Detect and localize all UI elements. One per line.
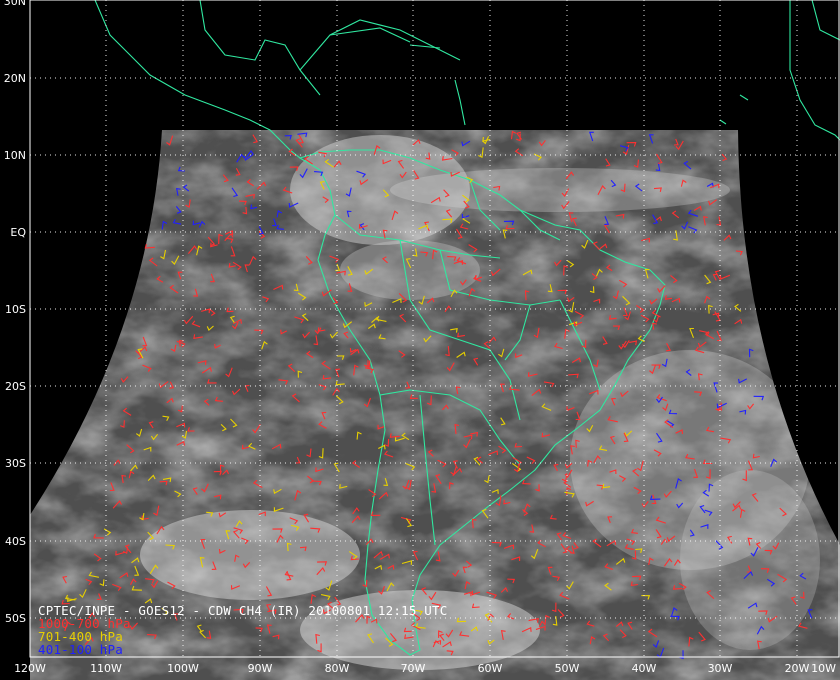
cloud-amazon bbox=[340, 240, 480, 300]
coast-islands bbox=[719, 94, 749, 125]
cloud-colombia bbox=[290, 135, 470, 245]
lon-label: 60W bbox=[478, 662, 503, 675]
coast-antilles bbox=[409, 44, 466, 126]
lat-label: 20N bbox=[4, 72, 26, 85]
cloud-pacific-swirl bbox=[140, 510, 360, 600]
latitude-labels: 30N 20N 10N EQ 10S 20S 30S 40S 50S bbox=[4, 0, 27, 625]
lat-label: 30S bbox=[5, 457, 26, 470]
legend-high-level: 401-100 hPa bbox=[38, 642, 123, 657]
lon-label: 100W bbox=[167, 662, 199, 675]
ir-imagery-swath bbox=[30, 130, 840, 680]
lon-label: 110W bbox=[90, 662, 122, 675]
lon-label: 50W bbox=[555, 662, 580, 675]
satellite-map: 30N 20N 10N EQ 10S 20S 30S 40S 50S 120W … bbox=[4, 0, 840, 680]
lat-label: 10S bbox=[5, 303, 26, 316]
lon-label: 120W bbox=[14, 662, 46, 675]
lat-label: 50S bbox=[5, 612, 26, 625]
lon-label: 80W bbox=[325, 662, 350, 675]
lat-label: 40S bbox=[5, 535, 26, 548]
lon-label: 40W bbox=[632, 662, 657, 675]
lon-label: 70W bbox=[401, 662, 426, 675]
cloud-east-atlantic bbox=[680, 470, 820, 650]
lat-label: 30N bbox=[4, 0, 26, 8]
lon-label: 20W bbox=[785, 662, 810, 675]
lat-label: EQ bbox=[10, 226, 26, 239]
lon-label: 30W bbox=[708, 662, 733, 675]
lon-label: 10W bbox=[811, 662, 836, 675]
coast-cuba bbox=[329, 27, 411, 43]
lat-label: 20S bbox=[5, 380, 26, 393]
lat-label: 10N bbox=[4, 149, 26, 162]
lon-label: 90W bbox=[248, 662, 273, 675]
